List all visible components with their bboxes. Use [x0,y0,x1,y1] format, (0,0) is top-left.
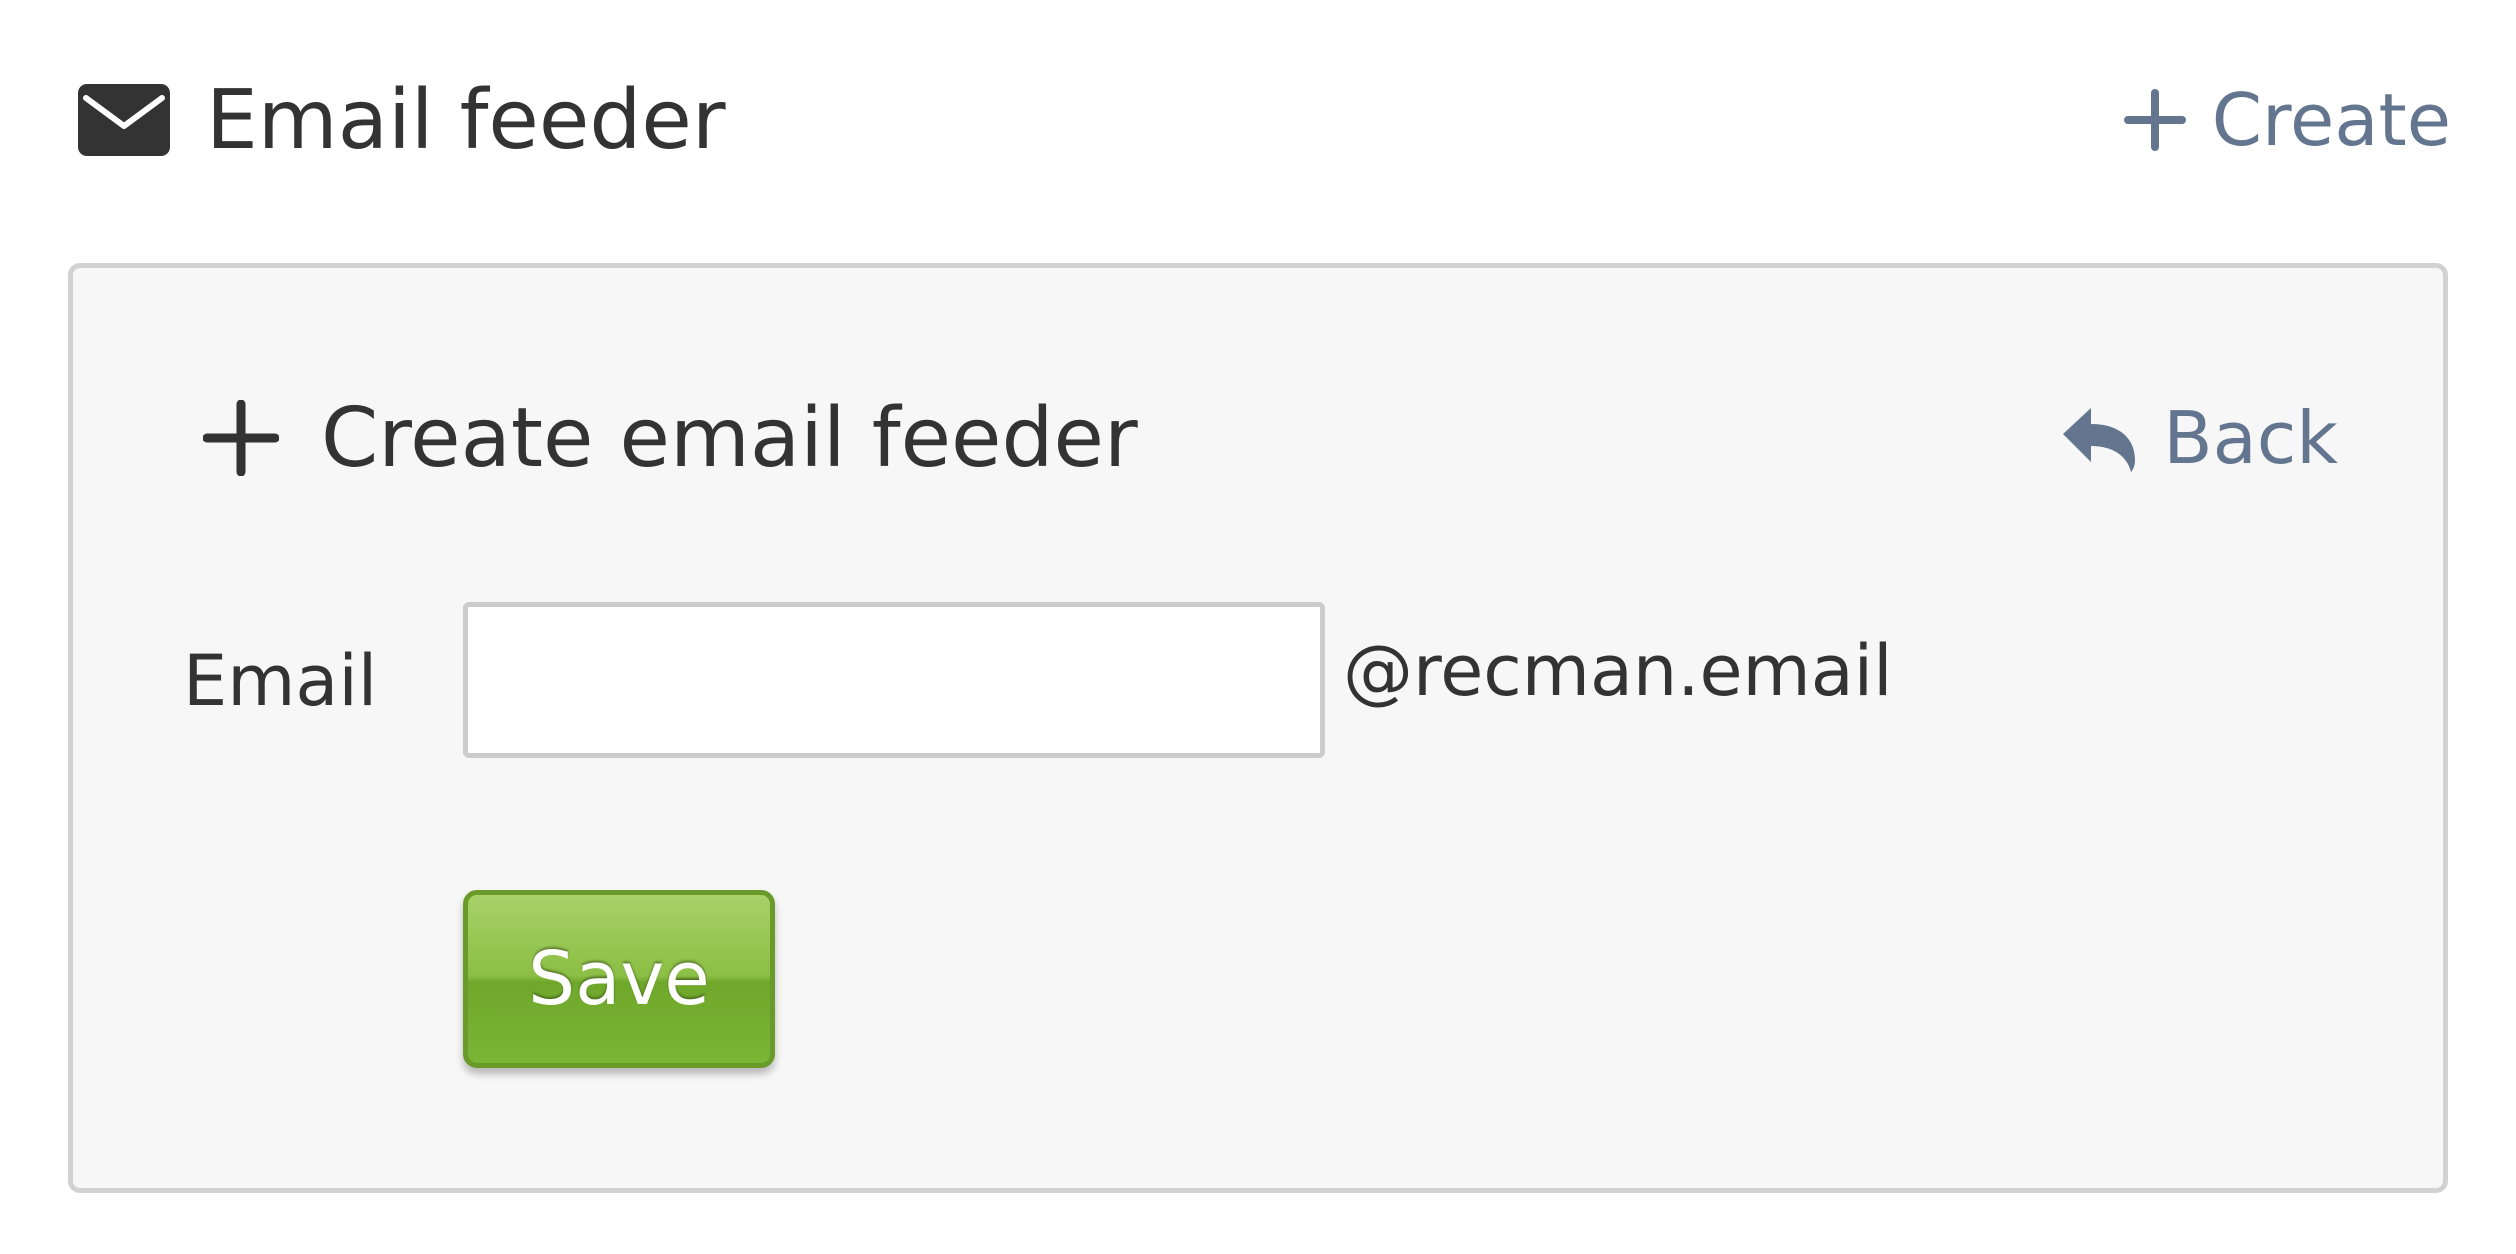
page-title-wrap: Email feeder [78,60,726,180]
panel-title: Create email feeder [321,390,1138,486]
page-header: Email feeder Create [78,60,2451,180]
page: Email feeder Create Create email feeder [0,0,2516,1254]
reply-arrow-icon [2063,408,2136,472]
envelope-icon [78,84,170,156]
plus-icon [2123,89,2186,151]
create-email-feeder-panel: Create email feeder Back Email @recman.e… [68,263,2448,1193]
back-button-label: Back [2163,396,2338,480]
create-button[interactable]: Create [2123,60,2451,180]
create-button-label: Create [2211,78,2451,162]
email-input[interactable] [463,602,1325,758]
back-button[interactable]: Back [2061,378,2338,498]
save-button[interactable]: Save [463,890,775,1068]
email-domain-suffix: @recman.email [1343,630,1893,712]
plus-icon [203,400,279,476]
panel-title-wrap: Create email feeder [203,378,1138,498]
page-title: Email feeder [206,72,726,168]
panel-header: Create email feeder Back [203,378,2338,498]
email-label: Email [183,640,378,722]
